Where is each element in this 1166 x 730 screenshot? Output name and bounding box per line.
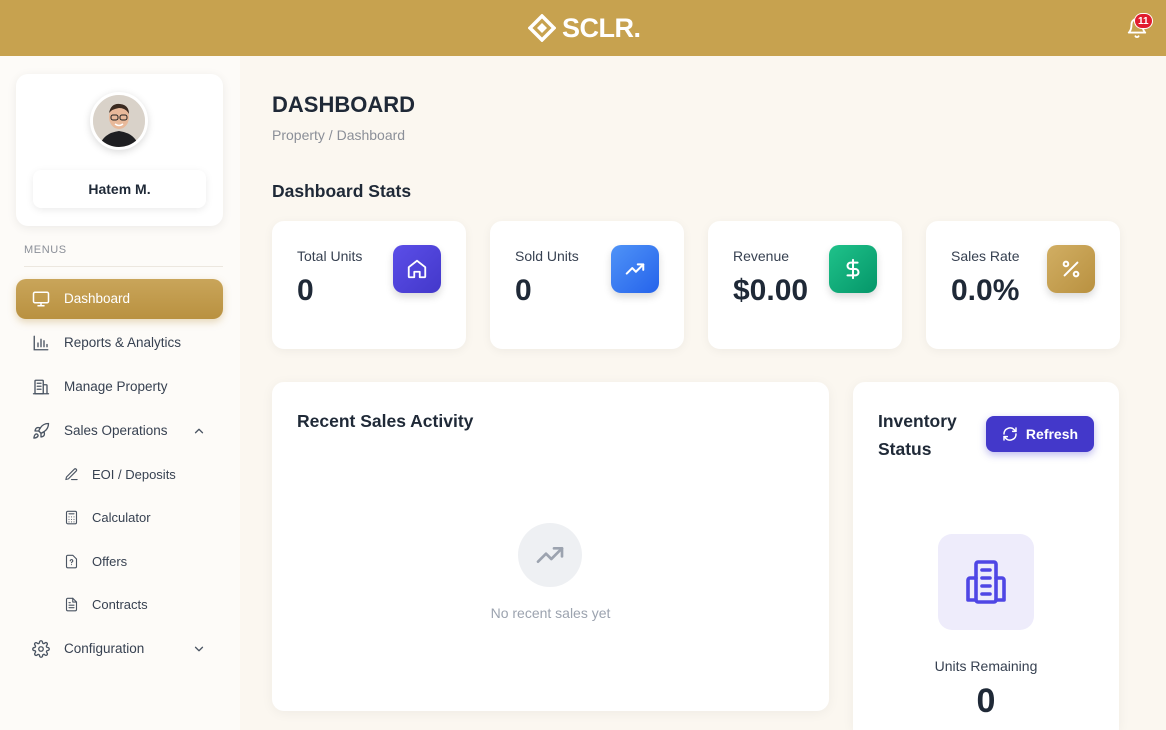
empty-state-text: No recent sales yet: [490, 605, 611, 621]
trending-up-icon: [518, 523, 582, 587]
stat-value: 0: [515, 274, 532, 307]
recent-sales-title: Recent Sales Activity: [297, 411, 474, 431]
sidebar-item-reports[interactable]: Reports & Analytics: [16, 323, 223, 363]
rocket-icon: [33, 422, 50, 439]
sidebar-subitem-calculator[interactable]: Calculator: [44, 500, 223, 536]
sidebar-subitem-eoi-deposits[interactable]: EOI / Deposits: [44, 457, 223, 493]
refresh-label: Refresh: [1025, 426, 1079, 442]
logo-diamond-icon: [528, 14, 556, 42]
stat-label: Revenue: [733, 248, 790, 264]
stats-section-title: Dashboard Stats: [272, 181, 412, 201]
stat-value: $0.00: [733, 274, 809, 307]
chevron-down-icon: [194, 646, 204, 652]
stat-label: Total Units: [297, 248, 363, 264]
breadcrumb: Property / Dashboard: [272, 127, 406, 143]
stat-label: Sold Units: [515, 248, 579, 264]
logo-text: SCLR.: [562, 12, 641, 43]
pen-icon: [65, 468, 78, 481]
page-title: DASHBOARD: [272, 92, 415, 117]
calculator-icon: [65, 510, 78, 525]
top-bar: SCLR. 11: [0, 0, 1166, 56]
sidebar-subitem-contracts[interactable]: Contracts: [44, 587, 223, 623]
refresh-icon: [1003, 427, 1017, 441]
sidebar-item-sales-operations[interactable]: Sales Operations: [16, 411, 223, 451]
recent-sales-panel: Recent Sales Activity No recent sales ye…: [272, 382, 829, 711]
sidebar-item-label: Configuration: [64, 641, 145, 656]
sidebar-subitem-label: Contracts: [92, 597, 148, 612]
units-remaining-label: Units Remaining: [934, 658, 1038, 674]
refresh-button[interactable]: Refresh: [986, 416, 1094, 452]
chevron-up-icon: [194, 428, 204, 434]
sidebar-subitem-offers[interactable]: Offers: [44, 544, 223, 580]
question-file-icon: [65, 554, 78, 569]
divider: [24, 266, 223, 267]
building-icon: [32, 379, 50, 395]
inventory-title: Inventory Status: [878, 411, 957, 459]
document-icon: [65, 597, 78, 612]
profile-card: Hatem M.: [16, 74, 223, 226]
menus-label: MENUS: [24, 244, 67, 256]
avatar[interactable]: [90, 92, 148, 150]
percent-icon: [1047, 245, 1095, 293]
dollar-icon: [829, 245, 877, 293]
notification-badge: 11: [1134, 13, 1153, 29]
building-icon: [938, 534, 1034, 630]
sidebar-item-manage-property[interactable]: Manage Property: [16, 367, 223, 407]
gear-icon: [32, 640, 50, 658]
monitor-icon: [32, 291, 50, 307]
inventory-panel: Inventory Status Refresh Units Remaining…: [853, 382, 1119, 730]
sidebar-subitem-label: EOI / Deposits: [92, 467, 176, 482]
sidebar-item-dashboard[interactable]: Dashboard: [16, 279, 223, 319]
trending-up-icon: [611, 245, 659, 293]
sidebar: Hatem M. MENUS Dashboard Reports & Analy…: [0, 56, 240, 730]
stat-card-sales-rate: Sales Rate 0.0%: [926, 221, 1120, 349]
sidebar-item-label: Sales Operations: [64, 423, 168, 438]
sidebar-item-label: Dashboard: [64, 291, 131, 306]
stat-label: Sales Rate: [951, 248, 1020, 264]
units-remaining-value: 0: [976, 682, 996, 720]
logo[interactable]: SCLR.: [528, 12, 641, 44]
sidebar-item-label: Manage Property: [64, 379, 168, 394]
sidebar-subitem-label: Offers: [92, 554, 128, 569]
stat-card-total-units: Total Units 0: [272, 221, 466, 349]
stat-card-sold-units: Sold Units 0: [490, 221, 684, 349]
sidebar-item-label: Reports & Analytics: [64, 335, 182, 350]
stat-card-revenue: Revenue $0.00: [708, 221, 902, 349]
bar-chart-icon: [33, 335, 49, 351]
home-icon: [393, 245, 441, 293]
sidebar-subitem-label: Calculator: [92, 510, 151, 525]
stat-value: 0: [297, 274, 314, 307]
stat-value: 0.0%: [951, 274, 1020, 307]
user-name: Hatem M.: [33, 170, 206, 208]
sidebar-item-configuration[interactable]: Configuration: [16, 629, 223, 669]
